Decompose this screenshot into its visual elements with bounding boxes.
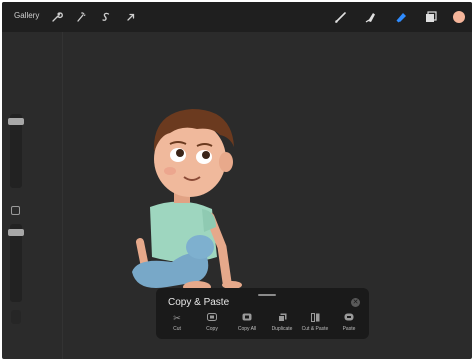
modify-button[interactable] — [11, 206, 20, 215]
duplicate-button[interactable]: Duplicate — [265, 313, 299, 335]
cut-paste-label: Cut & Paste — [301, 326, 329, 332]
magic-wand-icon[interactable] — [72, 8, 90, 26]
copy-paste-popover: Copy & Paste ✕ ✂ Cut Copy Copy All Dupli… — [156, 288, 369, 339]
duplicate-label: Duplicate — [271, 326, 293, 332]
paste-icon — [332, 313, 366, 324]
boy-illustration — [132, 109, 242, 293]
paste-label: Paste — [342, 326, 356, 332]
copy-label: Copy — [206, 326, 218, 332]
canvas-edge-line — [62, 32, 63, 359]
copy-all-label: Copy All — [237, 326, 257, 332]
popover-title: Copy & Paste — [168, 297, 230, 308]
copy-icon — [195, 313, 229, 324]
cut-label: Cut — [173, 326, 181, 332]
left-sidebar — [8, 114, 24, 334]
brush-size-thumb[interactable] — [8, 118, 24, 125]
popover-grabber[interactable] — [258, 294, 276, 296]
selection-s-icon[interactable] — [97, 8, 115, 26]
boy-right-pupil — [202, 151, 210, 159]
cut-paste-icon — [298, 313, 332, 324]
duplicate-icon — [265, 313, 299, 324]
app-window: Gallery Copy & Paste ✕ ✂ Cut Copy Copy A… — [2, 2, 472, 359]
wrench-icon[interactable] — [48, 8, 66, 26]
opacity-thumb[interactable] — [8, 229, 24, 236]
cut-button[interactable]: ✂ Cut — [160, 313, 194, 335]
boy-left-pupil — [176, 149, 184, 157]
cut-paste-button[interactable]: Cut & Paste — [298, 313, 332, 335]
copy-button[interactable]: Copy — [195, 313, 229, 335]
brush-icon[interactable] — [332, 8, 350, 26]
top-toolbar: Gallery — [2, 2, 472, 32]
copy-all-button[interactable]: Copy All — [230, 313, 264, 335]
boy-ear — [219, 152, 233, 172]
smudge-icon[interactable] — [362, 8, 380, 26]
transform-arrow-icon[interactable] — [122, 8, 140, 26]
brush-size-slider[interactable] — [8, 114, 24, 188]
boy-cheek — [164, 167, 176, 175]
boy-knee — [186, 235, 214, 259]
undo-button[interactable] — [11, 310, 21, 324]
copy-all-icon — [230, 313, 264, 324]
close-icon[interactable]: ✕ — [351, 298, 360, 307]
eraser-icon[interactable] — [392, 8, 410, 26]
scissors-icon: ✂ — [173, 313, 181, 323]
gallery-button[interactable]: Gallery — [14, 11, 39, 20]
paste-button[interactable]: Paste — [332, 313, 366, 335]
opacity-slider[interactable] — [8, 224, 24, 302]
color-swatch[interactable] — [450, 8, 468, 26]
layers-icon[interactable] — [422, 8, 440, 26]
